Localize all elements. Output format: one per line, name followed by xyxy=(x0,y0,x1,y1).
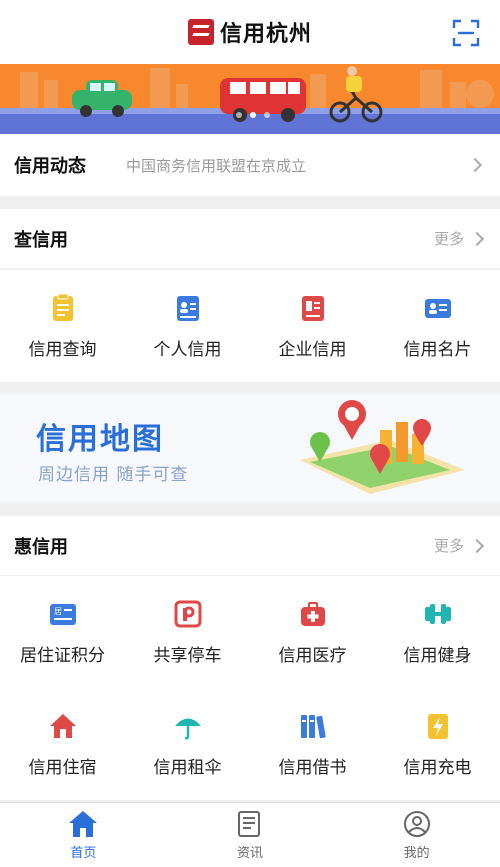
document-icon xyxy=(52,293,73,321)
more-label: 更多 xyxy=(433,230,464,248)
benefit-credit-grid: 居 居住证积分 共享停车 信用医疗 信用健身 信用住宿 信用租伞 信用借书 信用… xyxy=(0,576,500,800)
grid-item-residence-points[interactable]: 居 居住证积分 xyxy=(0,576,125,688)
grid-item-umbrella-rental[interactable]: 信用租伞 xyxy=(125,688,250,800)
benefit-credit-header: 惠信用 更多 xyxy=(0,516,500,576)
company-card-icon xyxy=(301,295,324,321)
scan-icon[interactable] xyxy=(452,19,480,47)
more-link[interactable]: 更多 xyxy=(434,535,486,556)
news-title: 信用动态 xyxy=(14,156,86,177)
more-label: 更多 xyxy=(433,537,464,555)
app-title: 信用杭州 xyxy=(219,22,312,47)
check-credit-header: 查信用 更多 xyxy=(0,209,500,269)
grid-item-label: 信用充电 xyxy=(403,757,472,778)
map-card-subtitle: 周边信用 随手可查 xyxy=(38,465,189,485)
medical-kit-icon xyxy=(300,601,325,626)
profile-icon xyxy=(403,810,430,837)
grid-item-credit-lodging[interactable]: 信用住宿 xyxy=(0,688,125,800)
grid-item-credit-medical[interactable]: 信用医疗 xyxy=(250,576,375,688)
tab-mine[interactable]: 我的 xyxy=(333,803,500,867)
credit-news-row[interactable]: 信用动态 中国商务信用联盟在京成立 xyxy=(0,134,500,196)
map-illustration-icon xyxy=(300,400,465,494)
grid-item-label: 个人信用 xyxy=(153,339,222,360)
credit-map-card[interactable]: 信用地图 周边信用 随手可查 xyxy=(0,394,500,502)
grid-item-personal-credit[interactable]: 个人信用 xyxy=(125,270,250,382)
section-title: 惠信用 xyxy=(14,536,68,558)
svg-text:居: 居 xyxy=(54,607,62,616)
grid-item-label: 信用查询 xyxy=(28,339,97,360)
grid-item-credit-card[interactable]: 信用名片 xyxy=(375,270,500,382)
news-icon xyxy=(238,810,260,837)
grid-item-credit-query[interactable]: 信用查询 xyxy=(0,270,125,382)
grid-item-label: 信用医疗 xyxy=(278,645,347,666)
tab-home[interactable]: 首页 xyxy=(0,803,167,867)
chevron-right-icon xyxy=(469,231,485,246)
brand: 信用杭州 xyxy=(187,16,312,48)
map-card-title: 信用地图 xyxy=(36,422,164,457)
grid-item-label: 企业信用 xyxy=(278,339,347,360)
tab-label: 首页 xyxy=(70,845,97,861)
umbrella-icon xyxy=(174,718,201,739)
tab-label: 资讯 xyxy=(237,845,264,861)
books-icon xyxy=(300,714,326,738)
pagination-dot[interactable] xyxy=(264,112,270,118)
grid-item-credit-fitness[interactable]: 信用健身 xyxy=(375,576,500,688)
grid-item-credit-charging[interactable]: 信用充电 xyxy=(375,688,500,800)
grid-item-label: 信用租伞 xyxy=(153,757,222,778)
grid-item-book-borrow[interactable]: 信用借书 xyxy=(250,688,375,800)
charging-icon xyxy=(427,713,448,739)
grid-item-label: 信用借书 xyxy=(278,757,347,778)
grid-item-label: 共享停车 xyxy=(153,645,222,666)
home-icon xyxy=(69,810,98,837)
business-card-icon xyxy=(424,298,451,318)
tab-news[interactable]: 资讯 xyxy=(167,803,334,867)
section-title: 查信用 xyxy=(14,229,68,251)
grid-item-shared-parking[interactable]: 共享停车 xyxy=(125,576,250,688)
bottom-tab-bar: 首页 资讯 我的 xyxy=(0,802,500,867)
chevron-right-icon xyxy=(467,157,483,173)
tab-label: 我的 xyxy=(403,845,430,861)
app-header: 信用杭州 xyxy=(0,0,500,64)
promo-banner[interactable] xyxy=(0,64,500,134)
grid-item-label: 信用健身 xyxy=(403,645,472,666)
credit-logo-icon xyxy=(187,19,214,45)
banner-pagination[interactable] xyxy=(236,112,270,118)
dumbbell-icon xyxy=(424,603,451,624)
grid-item-label: 居住证积分 xyxy=(20,645,105,666)
grid-item-enterprise-credit[interactable]: 企业信用 xyxy=(250,270,375,382)
residence-card-icon: 居 xyxy=(49,603,76,625)
grid-item-label: 信用住宿 xyxy=(28,757,97,778)
grid-item-label: 信用名片 xyxy=(403,339,472,360)
parking-icon xyxy=(174,600,201,627)
pagination-dot[interactable] xyxy=(236,112,242,118)
house-icon xyxy=(49,713,76,738)
chevron-right-icon xyxy=(469,538,485,553)
pagination-dot-active[interactable] xyxy=(250,112,256,118)
check-credit-grid: 信用查询 个人信用 企业信用 信用名片 xyxy=(0,270,500,382)
more-link[interactable]: 更多 xyxy=(434,228,486,249)
person-card-icon xyxy=(176,295,199,321)
banner-illustration xyxy=(0,64,500,134)
news-headline[interactable]: 中国商务信用联盟在京成立 xyxy=(126,155,470,176)
